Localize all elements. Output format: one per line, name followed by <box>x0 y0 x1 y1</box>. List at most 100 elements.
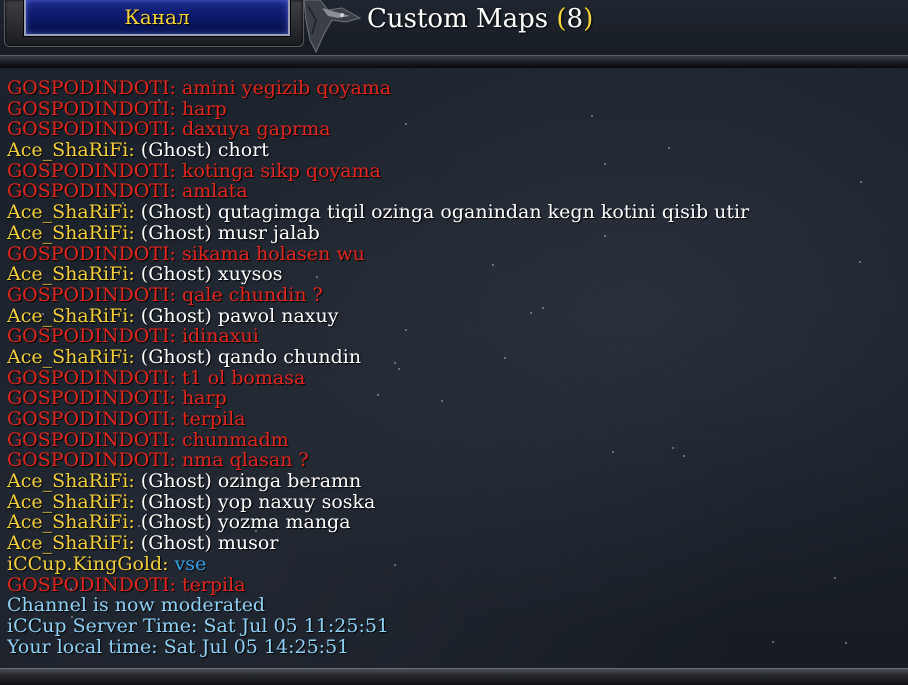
chat-username: GOSPODINDOTI: <box>7 159 176 182</box>
member-count: 8 <box>566 4 584 34</box>
chat-ghost-tag: (Ghost) <box>140 221 212 244</box>
chat-username: GOSPODINDOTI: <box>7 97 176 120</box>
chat-message: GOSPODINDOTI: terpila <box>7 573 902 596</box>
chat-username: GOSPODINDOTI: <box>7 366 176 389</box>
chat-message: GOSPODINDOTI: qale chundin ? <box>7 285 902 306</box>
chat-username: GOSPODINDOTI: <box>7 118 176 141</box>
bottom-bar <box>0 668 908 685</box>
chat-message: Ace_ShaRiFi: (Ghost) chort <box>7 140 902 161</box>
chat-username: Ace_ShaRiFi: <box>7 201 135 224</box>
chat-ghost-tag: (Ghost) <box>140 532 212 555</box>
chat-username: GOSPODINDOTI: <box>7 428 176 451</box>
chat-message: GOSPODINDOTI: amini yegizib qoyama <box>7 78 902 99</box>
chat-username: GOSPODINDOTI: <box>7 180 176 203</box>
system-message: Your local time: Sat Jul 05 14:25:51 <box>7 635 350 658</box>
chat-message: GOSPODINDOTI: terpila <box>7 409 902 430</box>
chat-message: GOSPODINDOTI: sikama holasen wu <box>7 242 902 265</box>
chat-username: iCCup.KingGold: <box>7 552 169 575</box>
chat-username: GOSPODINDOTI: <box>7 573 176 596</box>
chat-username: Ace_ShaRiFi: <box>7 221 135 244</box>
chat-username: Ace_ShaRiFi: <box>7 490 135 513</box>
chat-message: Your local time: Sat Jul 05 14:25:51 <box>7 635 902 658</box>
chat-text: harp <box>181 97 227 120</box>
channel-button-label: Канал <box>124 5 190 29</box>
chat-message: Ace_ShaRiFi: (Ghost) xuysos <box>7 264 902 285</box>
chat-text: harp <box>181 387 227 410</box>
chat-username: Ace_ShaRiFi: <box>7 511 135 534</box>
chat-text: daxuya gaprma <box>181 118 331 141</box>
chat-message: Ace_ShaRiFi: (Ghost) musr jalab <box>7 221 902 244</box>
chat-text: vse <box>174 552 207 575</box>
page-title: Custom Maps (8) <box>367 4 593 38</box>
chat-text: xuysos <box>217 263 283 286</box>
title-paren-open: ( <box>556 4 567 34</box>
chat-text: yozma manga <box>217 511 351 534</box>
title-text: Custom Maps <box>367 4 549 34</box>
chat-text: pawol naxuy <box>217 304 339 327</box>
chat-message: Channel is now moderated <box>7 595 902 616</box>
chat-username: GOSPODINDOTI: <box>7 408 176 430</box>
chat-text: ozinga beramn <box>217 470 362 493</box>
chat-text: sikama holasen wu <box>181 242 365 265</box>
chat-message: Ace_ShaRiFi: (Ghost) yop naxuy soska <box>7 490 902 513</box>
chat-text: t1 ol bomasa <box>181 366 306 389</box>
chat-message: Ace_ShaRiFi: (Ghost) ozinga beramn <box>7 471 902 492</box>
chat-message: GOSPODINDOTI: nma qlasan ? <box>7 450 902 471</box>
chat-username: Ace_ShaRiFi: <box>7 304 135 327</box>
chat-ghost-tag: (Ghost) <box>140 490 212 513</box>
chat-text: kotinga sikp qoyama <box>181 159 381 182</box>
chat-message: GOSPODINDOTI: daxuya gaprma <box>7 119 902 140</box>
chat-ghost-tag: (Ghost) <box>140 345 212 368</box>
system-message: Channel is now moderated <box>7 594 266 617</box>
chat-text: terpila <box>181 573 246 596</box>
chat-username: Ace_ShaRiFi: <box>7 345 135 368</box>
chat-text: qutagimga tiqil ozinga oganindan kegn ko… <box>217 201 750 224</box>
chat-username: Ace_ShaRiFi: <box>7 532 135 555</box>
chat-text: musr jalab <box>217 221 320 244</box>
chat-text: chunmadm <box>181 428 289 451</box>
top-bar: Канал Custom Maps (8) <box>0 0 908 68</box>
system-message: iCCup Server Time: Sat Jul 05 11:25:51 <box>7 614 390 637</box>
chat-ghost-tag: (Ghost) <box>140 304 212 327</box>
chat-username: GOSPODINDOTI: <box>7 242 176 265</box>
chat-message: GOSPODINDOTI: t1 ol bomasa <box>7 366 902 389</box>
title-paren-close: ) <box>583 4 594 34</box>
chat-text: musor <box>217 532 279 555</box>
chat-text: chort <box>217 139 269 162</box>
chat-username: GOSPODINDOTI: <box>7 449 176 472</box>
chat-username: GOSPODINDOTI: <box>7 325 176 348</box>
chat-message: GOSPODINDOTI: harp <box>7 97 902 120</box>
chat-ghost-tag: (Ghost) <box>140 139 212 162</box>
chat-message: GOSPODINDOTI: amlata <box>7 181 902 202</box>
chat-message: iCCup.KingGold: vse <box>7 552 902 575</box>
chat-message: GOSPODINDOTI: harp <box>7 388 902 409</box>
chat-message: Ace_ShaRiFi: (Ghost) pawol naxuy <box>7 304 902 327</box>
chat-text: amini yegizib qoyama <box>181 78 392 99</box>
chat-username: GOSPODINDOTI: <box>7 78 176 99</box>
chat-log[interactable]: GOSPODINDOTI: amini yegizib qoyama GOSPOD… <box>7 78 902 660</box>
chat-message: Ace_ShaRiFi: (Ghost) musor <box>7 533 902 554</box>
gargoyle-ornament-icon <box>303 0 362 54</box>
chat-message: GOSPODINDOTI: kotinga sikp qoyama <box>7 159 902 182</box>
chat-text: qando chundin <box>217 345 362 368</box>
chat-text: terpila <box>181 408 246 430</box>
channel-button[interactable]: Канал <box>24 0 290 36</box>
chat-text: nma qlasan ? <box>181 449 309 472</box>
chat-ghost-tag: (Ghost) <box>140 201 212 224</box>
chat-message: Ace_ShaRiFi: (Ghost) yozma manga <box>7 512 902 533</box>
chat-message: GOSPODINDOTI: idinaxui <box>7 326 902 347</box>
chat-username: Ace_ShaRiFi: <box>7 263 135 286</box>
chat-username: Ace_ShaRiFi: <box>7 470 135 493</box>
chat-message: Ace_ShaRiFi: (Ghost) qando chundin <box>7 347 902 368</box>
top-bar-rail <box>0 55 908 66</box>
chat-message: Ace_ShaRiFi: (Ghost) qutagimga tiqil ozi… <box>7 202 902 223</box>
chat-text: amlata <box>181 180 248 203</box>
chat-ghost-tag: (Ghost) <box>140 263 212 286</box>
chat-username: GOSPODINDOTI: <box>7 283 176 306</box>
chat-ghost-tag: (Ghost) <box>140 470 212 493</box>
chat-ghost-tag: (Ghost) <box>140 511 212 534</box>
chat-text: qale chundin ? <box>181 283 323 306</box>
chat-text: idinaxui <box>181 325 259 348</box>
chat-message: GOSPODINDOTI: chunmadm <box>7 428 902 451</box>
chat-username: Ace_ShaRiFi: <box>7 139 135 162</box>
